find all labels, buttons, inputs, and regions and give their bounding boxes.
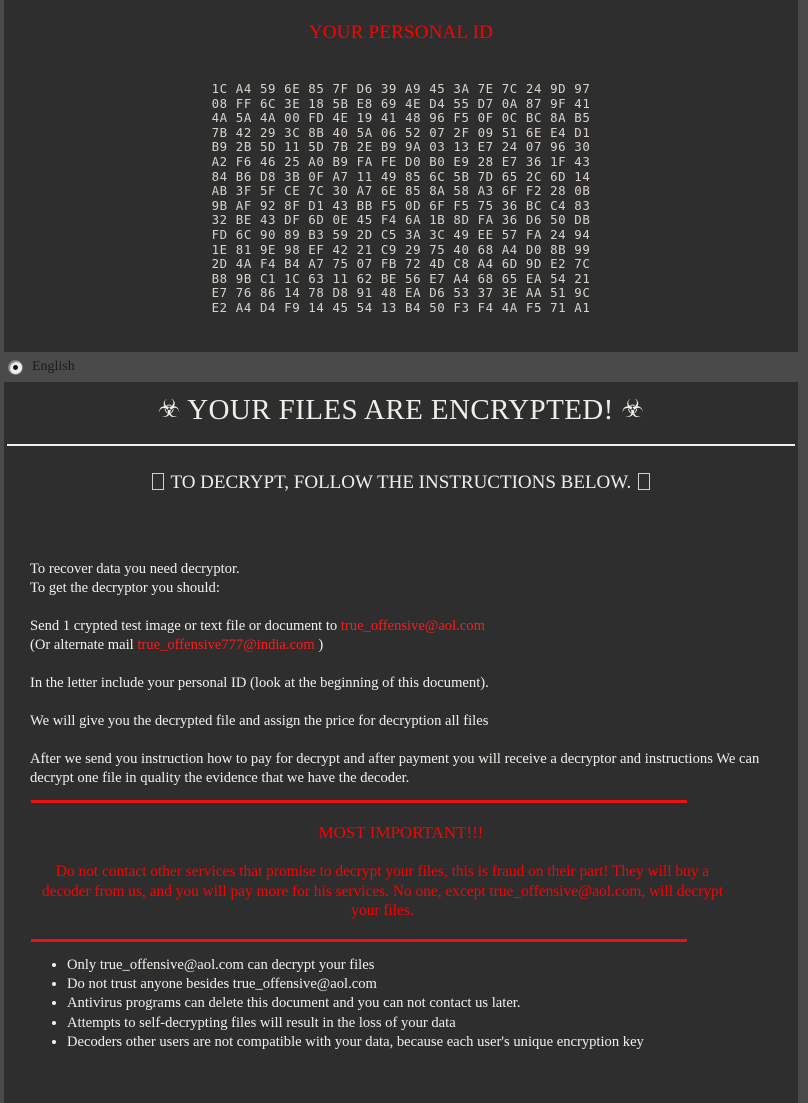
biohazard-icon-right: ☣ — [621, 396, 645, 423]
alternate-email-link[interactable]: true_offensive777@india.com — [137, 637, 314, 653]
language-option-label[interactable]: English — [32, 359, 75, 375]
encrypted-heading: ☣ YOUR FILES ARE ENCRYPTED! ☣ — [4, 382, 798, 427]
price-text: We will give you the decrypted file and … — [30, 713, 489, 729]
list-item: Only true_offensive@aol.com can decrypt … — [67, 956, 798, 975]
most-important-heading: MOST IMPORTANT!!! — [318, 823, 484, 842]
paragraph-payment: After we send you instruction how to pay… — [30, 750, 798, 788]
warning-bullet-list: Only true_offensive@aol.com can decrypt … — [4, 942, 798, 1053]
line-recover: To recover data you need decryptor. — [30, 561, 240, 577]
biohazard-icon-left: ☣ — [157, 396, 181, 423]
payment-text-line1: After we send you instruction how to pay… — [30, 751, 642, 767]
paragraph-include-id: In the letter include your personal ID (… — [30, 674, 798, 693]
fraud-warning-text: Do not contact other services that promi… — [41, 863, 724, 919]
paragraph-send-sample: Send 1 crypted test image or text file o… — [30, 617, 798, 636]
ransom-note-page: YOUR PERSONAL ID 1C A4 59 6E 85 7F D6 39… — [0, 0, 808, 1103]
alternate-mail-suffix: ) — [314, 637, 324, 653]
list-item: Attempts to self-decrypting files will r… — [67, 1014, 798, 1033]
paragraph-recover: To recover data you need decryptor. — [30, 560, 798, 579]
page-title: YOUR PERSONAL ID — [308, 22, 494, 43]
primary-email-link[interactable]: true_offensive@aol.com — [341, 618, 485, 634]
list-item: Decoders other users are not compatible … — [67, 1033, 798, 1052]
include-id-text: In the letter include your personal ID (… — [30, 675, 489, 691]
radio-dot — [13, 364, 18, 370]
send-sample-prefix: Send 1 crypted test image or text file o… — [30, 618, 341, 634]
missing-glyph-icon-left — [152, 473, 165, 490]
paragraph-get-decryptor: To get the decryptor you should: — [30, 579, 798, 598]
personal-id-hex-block: 1C A4 59 6E 85 7F D6 39 A9 45 3A 7E 7C 2… — [211, 81, 591, 315]
encrypted-heading-text: YOUR FILES ARE ENCRYPTED! — [187, 394, 614, 426]
personal-id-panel: YOUR PERSONAL ID 1C A4 59 6E 85 7F D6 39… — [4, 0, 798, 352]
instructions-heading-text: TO DECRYPT, FOLLOW THE INSTRUCTIONS BELO… — [170, 472, 632, 493]
instructions-text: To recover data you need decryptor. To g… — [4, 494, 798, 788]
paragraph-alternate-mail: (Or alternate mail true_offensive777@ind… — [30, 636, 798, 655]
line-get-decryptor: To get the decryptor you should: — [30, 580, 220, 596]
ransom-note-body: ☣ YOUR FILES ARE ENCRYPTED! ☣ TO DECRYPT… — [4, 382, 798, 1103]
instructions-heading: TO DECRYPT, FOLLOW THE INSTRUCTIONS BELO… — [4, 446, 798, 494]
language-bar[interactable]: English — [0, 352, 808, 382]
paragraph-price: We will give you the decrypted file and … — [30, 712, 798, 731]
missing-glyph-icon-right — [637, 473, 650, 490]
radio-selected-icon[interactable] — [8, 359, 23, 375]
list-item: Antivirus programs can delete this docum… — [67, 994, 798, 1013]
list-item: Do not trust anyone besides true_offensi… — [67, 975, 798, 994]
alternate-mail-prefix: (Or alternate mail — [30, 637, 138, 653]
